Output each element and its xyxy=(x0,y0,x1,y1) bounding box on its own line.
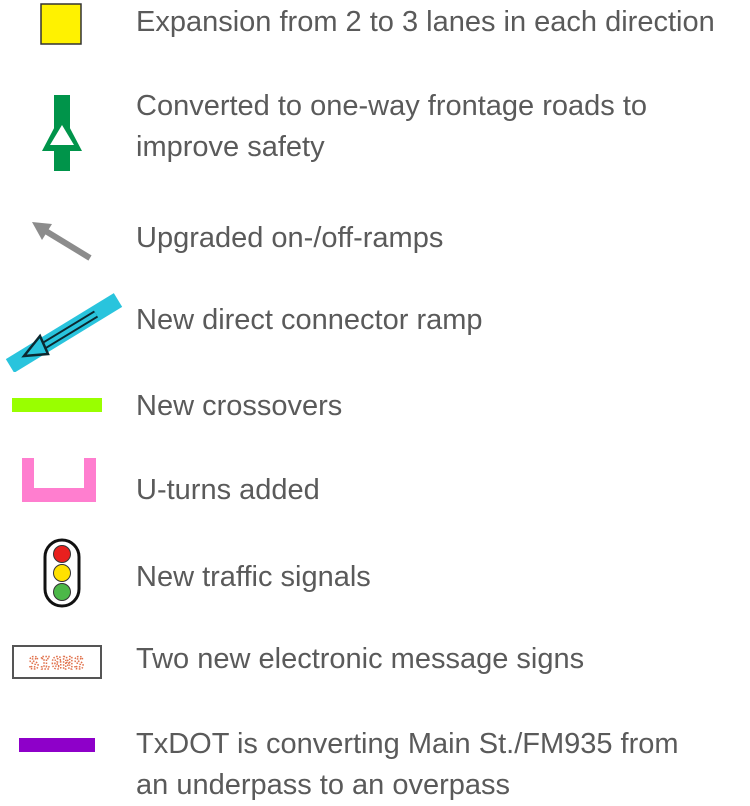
gray-arrow-icon xyxy=(26,218,98,264)
legend: Expansion from 2 to 3 lanes in each dire… xyxy=(0,0,750,801)
traffic-signal-icon xyxy=(43,538,81,608)
legend-item-traffic-signals: New traffic signals xyxy=(0,535,750,611)
one-way-arrow-icon xyxy=(38,95,86,171)
legend-item-one-way-frontage: Converted to one-way frontage roads to i… xyxy=(0,86,750,176)
legend-item-underpass-overpass: TxDOT is converting Main St./FM935 from … xyxy=(0,724,750,801)
legend-item-direct-connector: New direct connector ramp xyxy=(0,290,750,380)
legend-label: New traffic signals xyxy=(136,561,371,593)
legend-label: New crossovers xyxy=(136,390,343,422)
legend-label: Two new electronic message signs xyxy=(136,643,585,675)
legend-label: Expansion from 2 to 3 lanes in each dire… xyxy=(136,6,715,38)
legend-item-message-signs: SIGNS Two new electronic message signs xyxy=(0,637,750,685)
purple-bar-icon xyxy=(19,738,95,752)
u-turn-icon xyxy=(22,458,96,502)
connector-ramp-icon xyxy=(4,292,124,372)
legend-label: TxDOT is converting Main St./FM935 from … xyxy=(136,728,679,801)
svg-text:SIGNS: SIGNS xyxy=(29,654,85,674)
legend-item-lane-expansion: Expansion from 2 to 3 lanes in each dire… xyxy=(0,0,750,45)
legend-label: Upgraded on-/off-ramps xyxy=(136,222,444,254)
yellow-square-icon xyxy=(40,3,82,45)
green-bar-icon xyxy=(12,398,102,412)
legend-item-crossovers: New crossovers xyxy=(0,386,750,430)
legend-item-u-turns: U-turns added xyxy=(0,455,750,511)
legend-item-upgraded-ramps: Upgraded on-/off-ramps xyxy=(0,216,750,261)
legend-label: Converted to one-way frontage roads to i… xyxy=(136,90,648,163)
legend-label: U-turns added xyxy=(136,474,320,506)
legend-label: New direct connector ramp xyxy=(136,304,483,336)
message-sign-icon: SIGNS xyxy=(12,645,102,679)
